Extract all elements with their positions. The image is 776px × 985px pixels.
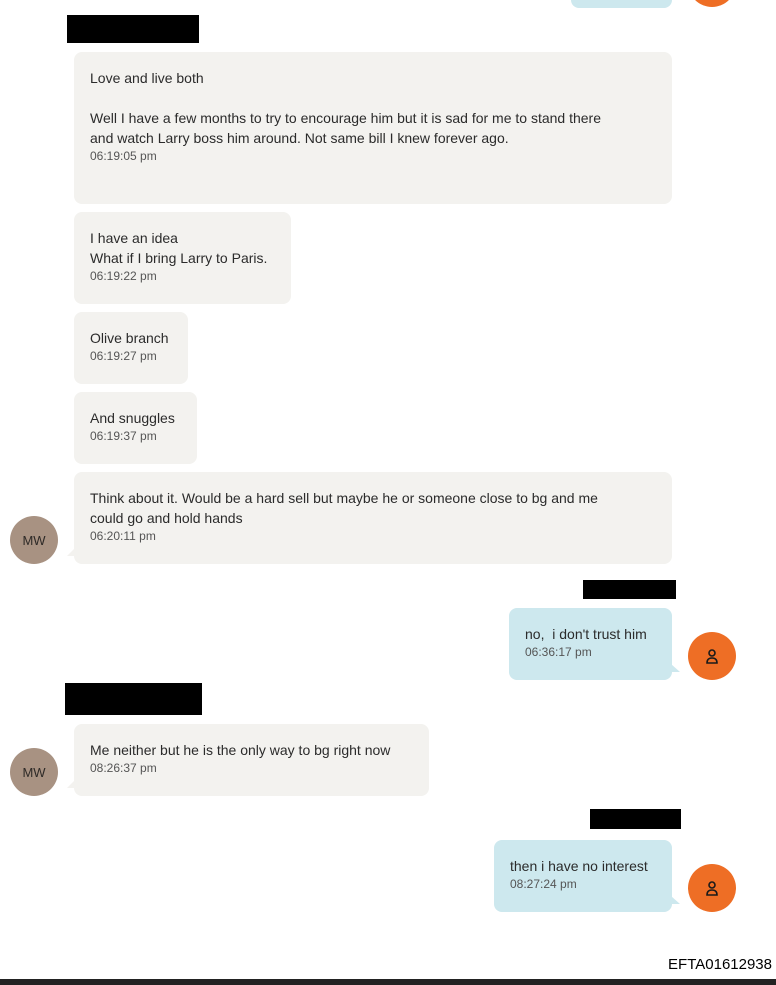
avatar-mw: MW (10, 516, 58, 564)
message-bubble: then i have no interest 08:27:24 pm (494, 840, 680, 912)
redacted-sender-name (67, 15, 199, 43)
avatar-mw: MW (10, 748, 58, 796)
bubble-tail (67, 780, 75, 788)
avatar-me (688, 864, 736, 912)
avatar-me-cutoff (688, 0, 736, 7)
message-bubble: I have an idea What if I bring Larry to … (74, 212, 291, 304)
message-text: I have an idea What if I bring Larry to … (90, 230, 268, 266)
message-timestamp: 06:19:05 pm (90, 149, 157, 163)
avatar-me (688, 632, 736, 680)
message-timestamp: 08:26:37 pm (90, 761, 157, 775)
message-bubble: And snuggles 06:19:37 pm (74, 392, 197, 464)
message-text: then i have no interest (510, 858, 648, 874)
avatar-initials: MW (22, 764, 46, 780)
message-timestamp: 06:19:27 pm (90, 349, 157, 363)
message-bubble: no, i don't trust him 06:36:17 pm (509, 608, 680, 680)
message-timestamp: 06:19:22 pm (90, 269, 157, 283)
redacted-sender-name (65, 683, 202, 715)
document-id: EFTA01612938 (668, 956, 772, 973)
bubble-tail (671, 896, 680, 904)
message-text: Me neither but he is the only way to bg … (90, 742, 391, 758)
message-text: no, i don't trust him (525, 626, 647, 642)
message-bubble: Think about it. Would be a hard sell but… (67, 472, 672, 564)
message-bubble-cutoff (571, 0, 672, 8)
redacted-sender-name (590, 809, 681, 829)
person-icon (706, 881, 718, 896)
message-timestamp: 06:20:11 pm (90, 529, 156, 543)
message-bubble: Olive branch 06:19:27 pm (74, 312, 188, 384)
message-bubble: Love and live both Well I have a few mon… (74, 52, 672, 204)
bubble-tail (67, 548, 75, 556)
message-timestamp: 08:27:24 pm (510, 877, 577, 891)
avatar-initials: MW (22, 532, 46, 548)
message-text: Think about it. Would be a hard sell but… (90, 490, 598, 526)
bottom-divider (0, 979, 776, 985)
message-text: And snuggles (90, 410, 175, 426)
message-text: Olive branch (90, 330, 169, 346)
message-timestamp: 06:36:17 pm (525, 645, 592, 659)
person-icon (706, 649, 718, 664)
redacted-sender-name (583, 580, 676, 599)
message-timestamp: 06:19:37 pm (90, 429, 157, 443)
bubble-tail (671, 664, 680, 672)
message-bubble: Me neither but he is the only way to bg … (67, 724, 429, 796)
message-text: Love and live both Well I have a few mon… (90, 70, 601, 146)
